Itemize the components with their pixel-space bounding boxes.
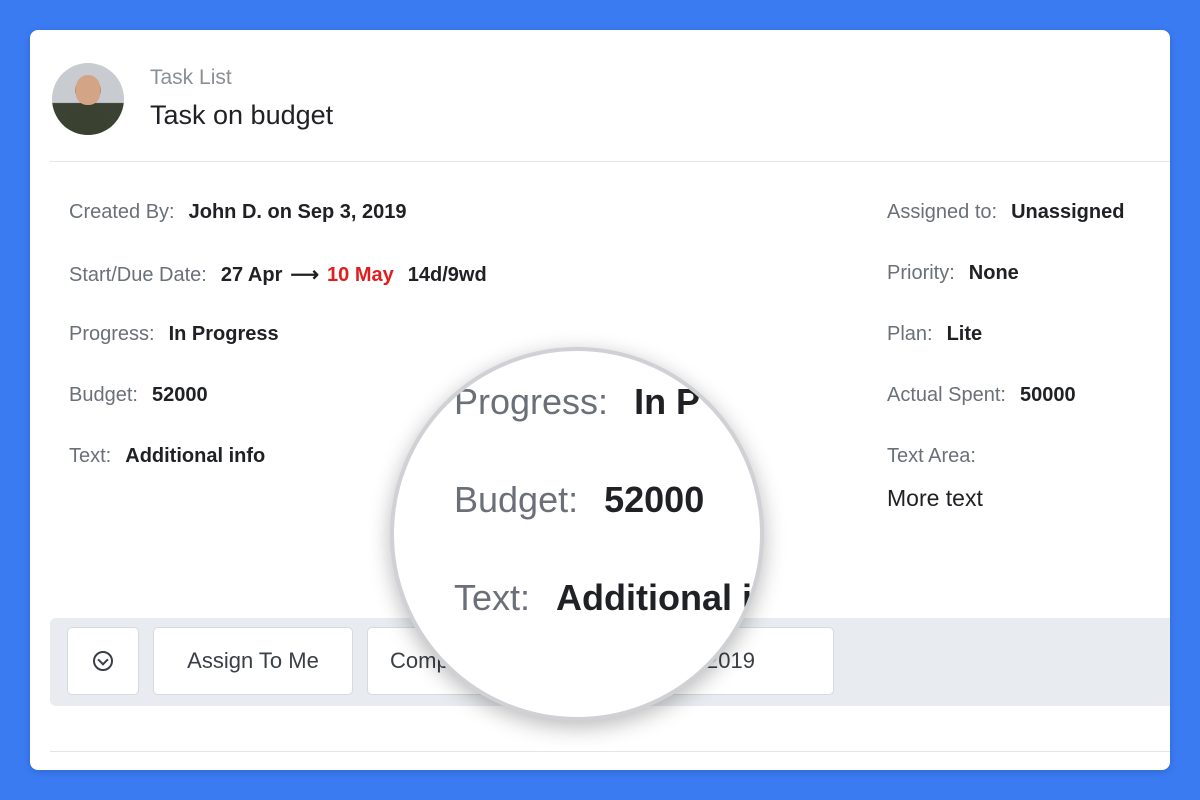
start-due-date-field[interactable]: Start/Due Date: 27 Apr ⟶ 10 May 14d/9wd [69,262,487,287]
priority-value[interactable]: None [969,262,1019,285]
magnified-text-label: Text: [454,577,531,618]
created-by-label: Created By: [69,201,175,223]
start-date-value[interactable]: 27 Apr [221,264,283,287]
magnified-budget-value: 52000 [604,479,705,520]
duration-value: 14d/9wd [407,264,487,286]
avatar-shoulders [62,109,114,135]
created-by-field: Created By: John D. on Sep 3, 2019 [69,201,406,224]
priority-label: Priority: [887,262,955,284]
text-area-field: Text Area: [887,445,976,468]
breadcrumb[interactable]: Task List [150,66,232,90]
footer-divider [50,751,1170,752]
magnified-progress-value: In P [634,381,701,422]
magnified-progress-label: Progress: [454,381,609,422]
actual-spent-value[interactable]: 50000 [1020,384,1076,407]
budget-value[interactable]: 52000 [152,384,208,407]
page-title: Task on budget [150,100,334,130]
chevron-down-circle-icon [93,651,113,671]
due-date-value[interactable]: 10 May [327,264,394,287]
actual-spent-field[interactable]: Actual Spent: 50000 [887,384,1076,407]
magnified-budget-label: Budget: [454,479,579,520]
created-by-value: John D. on Sep 3, 2019 [188,201,407,223]
magnified-budget-field: Budget: 52000 [454,479,704,521]
assigned-to-field[interactable]: Assigned to: Unassigned [887,201,1124,224]
budget-field[interactable]: Budget: 52000 [69,384,208,407]
header-divider [50,161,1170,162]
avatar-head [76,75,100,105]
plan-field[interactable]: Plan: Lite [887,323,982,346]
plan-label: Plan: [887,323,933,345]
arrow-right-icon: ⟶ [290,264,320,286]
text-field[interactable]: Text: Additional info [69,445,265,468]
avatar[interactable] [52,63,124,135]
priority-field[interactable]: Priority: None [887,262,1019,285]
magnified-text-value: Additional i [556,577,753,618]
assigned-to-label: Assigned to: [887,201,998,223]
magnifier-lens: Progress: In P Budget: 52000 Text: Addit… [390,347,764,721]
more-actions-button[interactable] [67,627,139,695]
text-area-value[interactable]: More text [887,485,983,512]
progress-field[interactable]: Progress: In Progress [69,323,279,346]
actual-spent-label: Actual Spent: [887,384,1006,406]
assigned-to-value[interactable]: Unassigned [1011,201,1124,224]
plan-value[interactable]: Lite [947,323,983,346]
magnified-text-field: Text: Additional i [454,577,752,619]
assign-to-me-button[interactable]: Assign To Me [153,627,353,695]
text-value[interactable]: Additional info [125,445,265,468]
start-due-date-label: Start/Due Date: [69,264,207,286]
text-area-label: Text Area: [887,445,976,467]
budget-label: Budget: [69,384,138,406]
chevron-down-icon [97,653,109,666]
progress-value[interactable]: In Progress [169,323,279,346]
text-label: Text: [69,445,112,467]
progress-label: Progress: [69,323,155,345]
magnified-progress-field: Progress: In P [454,381,700,423]
